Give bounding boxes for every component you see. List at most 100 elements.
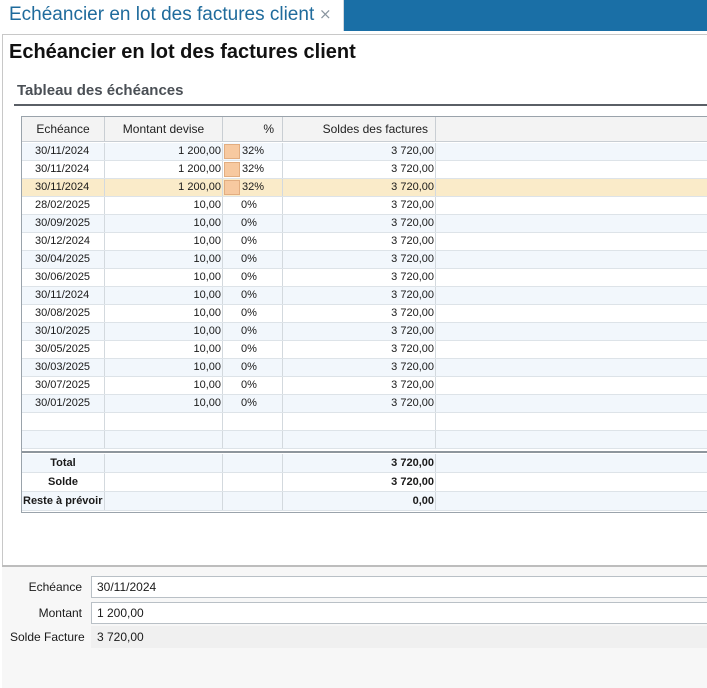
cell-echeance: 30/11/2024 bbox=[22, 161, 105, 178]
table-row[interactable]: 30/04/2025 10,00 0% 3 720,00 bbox=[22, 251, 707, 269]
pct-bar bbox=[224, 162, 240, 177]
totals-value: 0,00 bbox=[283, 492, 436, 510]
column-header-echeance[interactable]: Echéance bbox=[22, 117, 105, 142]
montant-field[interactable]: 1 200,00 bbox=[91, 602, 707, 624]
echeance-label: Echéance bbox=[28, 580, 82, 594]
table-row[interactable]: 28/02/2025 10,00 0% 3 720,00 bbox=[22, 197, 707, 215]
table-header: Echéance Montant devise % Soldes des fac… bbox=[22, 117, 707, 142]
cell-solde: 3 720,00 bbox=[283, 323, 436, 340]
empty-row bbox=[22, 413, 707, 431]
empty-row bbox=[22, 431, 707, 449]
table-row[interactable]: 30/11/2024 10,00 0% 3 720,00 bbox=[22, 287, 707, 305]
cell-solde: 3 720,00 bbox=[283, 251, 436, 268]
column-header-empty bbox=[436, 117, 707, 142]
table-row[interactable]: 30/07/2025 10,00 0% 3 720,00 bbox=[22, 377, 707, 395]
cell-empty bbox=[436, 197, 707, 214]
column-header-soldes[interactable]: Soldes des factures bbox=[283, 117, 436, 142]
cell-echeance: 30/11/2024 bbox=[22, 143, 105, 160]
close-icon[interactable]: × bbox=[319, 5, 332, 23]
cell-empty bbox=[436, 341, 707, 358]
schedule-table: Echéance Montant devise % Soldes des fac… bbox=[21, 116, 707, 513]
cell-echeance: 30/12/2024 bbox=[22, 233, 105, 250]
table-row[interactable]: 30/11/2024 1 200,00 32% 3 720,00 bbox=[22, 179, 707, 197]
totals-row: Reste à prévoir 0,00 bbox=[22, 492, 707, 511]
cell-empty bbox=[436, 359, 707, 376]
pct-bar bbox=[224, 144, 240, 159]
cell-empty bbox=[436, 323, 707, 340]
cell-empty bbox=[436, 179, 707, 196]
cell-empty bbox=[283, 413, 436, 430]
totals-label: Total bbox=[22, 454, 105, 472]
cell-echeance: 30/06/2025 bbox=[22, 269, 105, 286]
cell-pct: 0% bbox=[223, 359, 283, 376]
page-title: Echéancier en lot des factures client bbox=[9, 41, 356, 63]
pct-bar bbox=[224, 180, 240, 195]
column-header-pct[interactable]: % bbox=[223, 117, 283, 142]
cell-solde: 3 720,00 bbox=[283, 287, 436, 304]
table-row[interactable]: 30/01/2025 10,00 0% 3 720,00 bbox=[22, 395, 707, 413]
cell-montant: 1 200,00 bbox=[105, 179, 223, 196]
tab-echeancier[interactable]: Echéancier en lot des factures client × bbox=[0, 0, 344, 31]
pct-value: 32% bbox=[242, 181, 265, 193]
cell-montant: 10,00 bbox=[105, 287, 223, 304]
cell-echeance: 30/11/2024 bbox=[22, 287, 105, 304]
cell-echeance: 30/03/2025 bbox=[22, 359, 105, 376]
cell-montant: 10,00 bbox=[105, 233, 223, 250]
echeance-field[interactable]: 30/11/2024 bbox=[91, 576, 707, 598]
cell-pct: 0% bbox=[223, 197, 283, 214]
cell-empty bbox=[105, 413, 223, 430]
cell-pct: 0% bbox=[223, 341, 283, 358]
cell-pct: 32% bbox=[223, 143, 283, 160]
totals-empty bbox=[223, 492, 283, 510]
pct-value: 32% bbox=[242, 163, 265, 175]
cell-montant: 1 200,00 bbox=[105, 143, 223, 160]
column-header-montant-devise[interactable]: Montant devise bbox=[105, 117, 223, 142]
cell-montant: 10,00 bbox=[105, 215, 223, 232]
totals-empty bbox=[105, 473, 223, 491]
cell-montant: 10,00 bbox=[105, 305, 223, 322]
cell-empty bbox=[436, 287, 707, 304]
totals-empty bbox=[223, 473, 283, 491]
cell-empty bbox=[436, 233, 707, 250]
cell-solde: 3 720,00 bbox=[283, 305, 436, 322]
cell-empty bbox=[436, 305, 707, 322]
pct-value: 0% bbox=[241, 307, 257, 319]
tab-label: Echéancier en lot des factures client bbox=[9, 4, 315, 25]
cell-pct: 32% bbox=[223, 161, 283, 178]
cell-pct: 0% bbox=[223, 323, 283, 340]
cell-pct: 32% bbox=[223, 179, 283, 196]
cell-echeance: 30/10/2025 bbox=[22, 323, 105, 340]
cell-empty bbox=[223, 413, 283, 430]
table-row[interactable]: 30/11/2024 1 200,00 32% 3 720,00 bbox=[22, 161, 707, 179]
totals-empty bbox=[436, 492, 707, 510]
table-row[interactable]: 30/10/2025 10,00 0% 3 720,00 bbox=[22, 323, 707, 341]
cell-pct: 0% bbox=[223, 395, 283, 412]
cell-empty bbox=[436, 215, 707, 232]
pct-value: 0% bbox=[241, 397, 257, 409]
cell-empty bbox=[436, 143, 707, 160]
table-row[interactable]: 30/09/2025 10,00 0% 3 720,00 bbox=[22, 215, 707, 233]
cell-solde: 3 720,00 bbox=[283, 341, 436, 358]
solde-facture-field: 3 720,00 bbox=[91, 626, 707, 648]
cell-echeance: 30/05/2025 bbox=[22, 341, 105, 358]
cell-echeance: 30/04/2025 bbox=[22, 251, 105, 268]
cell-echeance: 30/11/2024 bbox=[22, 179, 105, 196]
pct-value: 0% bbox=[241, 199, 257, 211]
cell-solde: 3 720,00 bbox=[283, 395, 436, 412]
cell-montant: 10,00 bbox=[105, 251, 223, 268]
table-row[interactable]: 30/05/2025 10,00 0% 3 720,00 bbox=[22, 341, 707, 359]
pct-value: 32% bbox=[242, 145, 265, 157]
cell-solde: 3 720,00 bbox=[283, 377, 436, 394]
solde-facture-label: Solde Facture bbox=[10, 630, 85, 644]
table-row[interactable]: 30/11/2024 1 200,00 32% 3 720,00 bbox=[22, 143, 707, 161]
pct-value: 0% bbox=[241, 325, 257, 337]
tab-bar: Echéancier en lot des factures client × bbox=[0, 0, 707, 31]
cell-echeance: 30/08/2025 bbox=[22, 305, 105, 322]
table-row[interactable]: 30/12/2024 10,00 0% 3 720,00 bbox=[22, 233, 707, 251]
totals-row: Total 3 720,00 bbox=[22, 454, 707, 473]
table-row[interactable]: 30/08/2025 10,00 0% 3 720,00 bbox=[22, 305, 707, 323]
table-row[interactable]: 30/06/2025 10,00 0% 3 720,00 bbox=[22, 269, 707, 287]
pct-value: 0% bbox=[241, 253, 257, 265]
cell-empty bbox=[22, 431, 105, 448]
table-row[interactable]: 30/03/2025 10,00 0% 3 720,00 bbox=[22, 359, 707, 377]
